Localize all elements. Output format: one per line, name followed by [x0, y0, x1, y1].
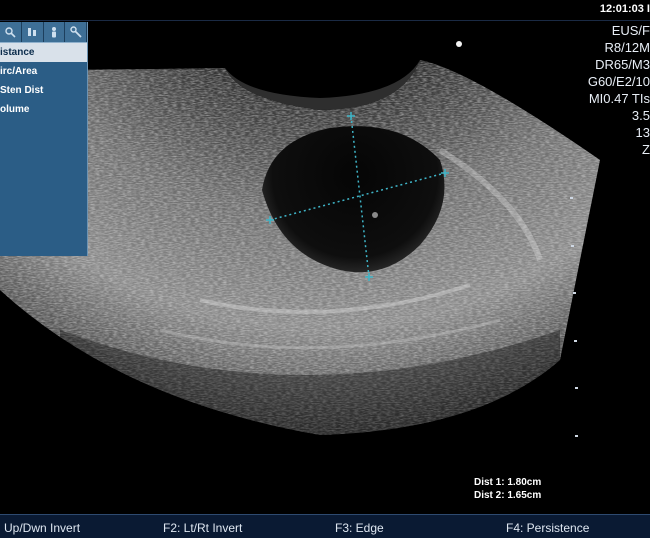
depth-tick	[571, 245, 574, 247]
menu-item-circ-area[interactable]: irc/Area	[0, 62, 87, 81]
menu-item-sten-dist[interactable]: Sten Dist	[0, 81, 87, 100]
param-line: 3.5	[631, 108, 650, 123]
clock: 12:01:03 I	[599, 3, 650, 15]
param-line: DR65/M3	[595, 57, 650, 72]
menu-tabs	[0, 22, 87, 43]
param-line: Z	[642, 142, 650, 157]
param-line: EUS/F	[611, 23, 650, 38]
param-line: G60/E2/10	[587, 74, 650, 89]
f2-left-right-invert[interactable]: F2: Lt/Rt Invert	[163, 521, 242, 535]
depth-tick	[575, 387, 578, 389]
tools-icon[interactable]	[22, 22, 44, 42]
depth-tick	[574, 340, 577, 342]
menu-item-volume[interactable]: olume	[0, 100, 87, 119]
dist-1-value: Dist 1: 1.80cm	[474, 477, 542, 488]
f1-up-down-invert[interactable]: Up/Dwn Invert	[4, 521, 80, 535]
f3-edge[interactable]: F3: Edge	[335, 521, 384, 535]
menu-list: istance irc/Area Sten Dist olume	[0, 43, 87, 119]
dist-2-value: Dist 2: 1.65cm	[474, 490, 542, 501]
depth-tick	[575, 435, 578, 437]
orientation-marker	[456, 41, 462, 47]
scan-parameters: EUS/F R8/12M DR65/M3 G60/E2/10 MI0.47 TI…	[570, 22, 650, 158]
depth-tick	[573, 292, 576, 294]
top-bar: 12:01:03 I	[0, 0, 650, 20]
param-line: R8/12M	[604, 40, 650, 55]
function-key-bar: Up/Dwn Invert F2: Lt/Rt Invert F3: Edge …	[0, 514, 650, 538]
wrench-icon[interactable]	[65, 22, 87, 42]
f4-persistence[interactable]: F4: Persistence	[506, 521, 589, 535]
param-line: 13	[635, 125, 650, 140]
person-icon[interactable]	[44, 22, 66, 42]
top-divider	[0, 20, 650, 21]
depth-tick	[570, 197, 573, 199]
measurement-menu: istance irc/Area Sten Dist olume	[0, 22, 88, 256]
ultrasound-image	[0, 60, 600, 437]
menu-item-distance[interactable]: istance	[0, 43, 87, 62]
magnifier-icon[interactable]	[0, 22, 22, 42]
param-line: MI0.47 TIs	[588, 91, 650, 106]
measurement-readout: Dist 1: 1.80cm Dist 2: 1.65cm	[474, 476, 541, 502]
